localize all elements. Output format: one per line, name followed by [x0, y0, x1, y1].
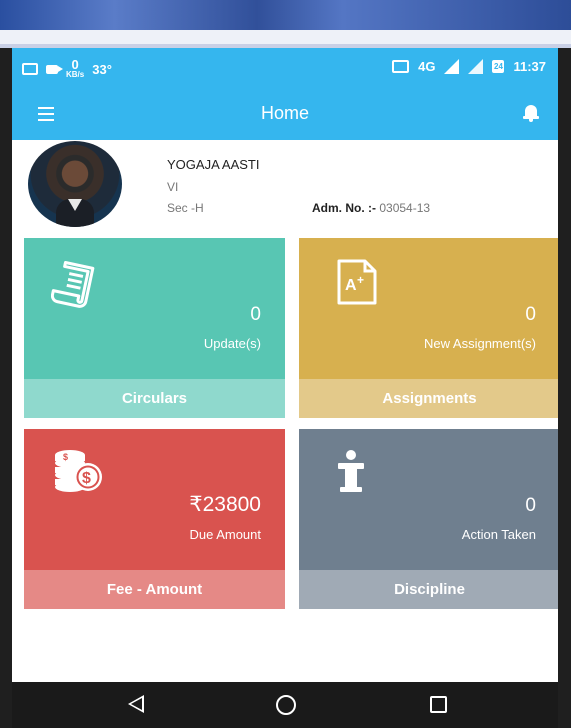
grade-paper-icon: A + — [335, 258, 379, 311]
android-nav-bar — [12, 682, 558, 728]
document-icon — [50, 261, 99, 314]
phone-frame-left — [0, 48, 12, 728]
svg-text:$: $ — [63, 452, 68, 462]
coins-icon: $ $ — [52, 447, 104, 500]
avatar — [28, 141, 122, 227]
calendar-icon: 24 — [492, 60, 505, 73]
admission-value: 03054-13 — [379, 201, 431, 215]
cast-icon — [392, 60, 410, 73]
notification-bell-icon[interactable] — [523, 105, 539, 123]
recent-apps-icon[interactable] — [430, 696, 447, 713]
back-icon[interactable] — [128, 695, 144, 713]
assignments-button[interactable]: Assignments — [299, 379, 558, 418]
page-title: Home — [260, 103, 309, 123]
net-speed: 0 KB/s — [66, 58, 85, 79]
signal-roaming-icon — [468, 59, 484, 74]
assignments-tile[interactable]: A + 0 New Assignment(s) Assignments — [299, 238, 558, 418]
student-class: VI — [167, 180, 179, 194]
discipline-tile[interactable]: 0 Action Taken Discipline — [299, 429, 558, 609]
fee-subtitle: Due Amount — [189, 527, 261, 542]
status-left: 0 KB/s 33° — [22, 58, 112, 79]
assignments-count: 0 — [525, 304, 536, 325]
svg-text:$: $ — [82, 470, 91, 487]
podium-icon — [335, 449, 367, 498]
video-icon — [46, 64, 63, 74]
student-section: Sec -H — [167, 201, 204, 215]
svg-text:A: A — [345, 277, 357, 294]
signal-icon — [444, 59, 460, 74]
phone-frame-right — [558, 48, 571, 728]
fee-tile[interactable]: $ $ ₹23800 Due Amount Fee - Amount — [24, 429, 285, 609]
top-banner — [0, 0, 571, 30]
clock: 11:37 — [513, 59, 546, 74]
fee-amount: ₹23800 — [189, 493, 261, 516]
phone-screen: 0 KB/s 33° 4G 24 11:37 Home YOGAJA AASTI… — [12, 48, 558, 728]
circulars-count: 0 — [250, 304, 261, 325]
app-bar: Home — [12, 90, 558, 140]
circulars-button[interactable]: Circulars — [24, 379, 285, 418]
status-right: 4G 24 11:37 — [392, 59, 546, 74]
discipline-count: 0 — [525, 495, 536, 516]
fee-button[interactable]: Fee - Amount — [24, 570, 285, 609]
circulars-tile[interactable]: 0 Update(s) Circulars — [24, 238, 285, 418]
network-type: 4G — [418, 59, 436, 74]
net-speed-unit: KB/s — [66, 70, 85, 79]
student-profile: YOGAJA AASTI VI Sec -H Adm. No. :- 03054… — [12, 140, 558, 233]
temperature: 33° — [92, 61, 112, 77]
assignments-subtitle: New Assignment(s) — [424, 336, 536, 351]
discipline-button[interactable]: Discipline — [299, 570, 558, 609]
svg-text:+: + — [357, 273, 364, 287]
admission-number: Adm. No. :- 03054-13 — [312, 201, 430, 215]
home-icon[interactable] — [276, 695, 296, 715]
circulars-subtitle: Update(s) — [203, 336, 261, 351]
student-name: YOGAJA AASTI — [167, 157, 260, 172]
discipline-subtitle: Action Taken — [461, 527, 536, 542]
admission-label: Adm. No. :- — [312, 201, 376, 215]
status-bar: 0 KB/s 33° 4G 24 11:37 — [12, 48, 558, 90]
gallery-icon — [22, 63, 38, 75]
